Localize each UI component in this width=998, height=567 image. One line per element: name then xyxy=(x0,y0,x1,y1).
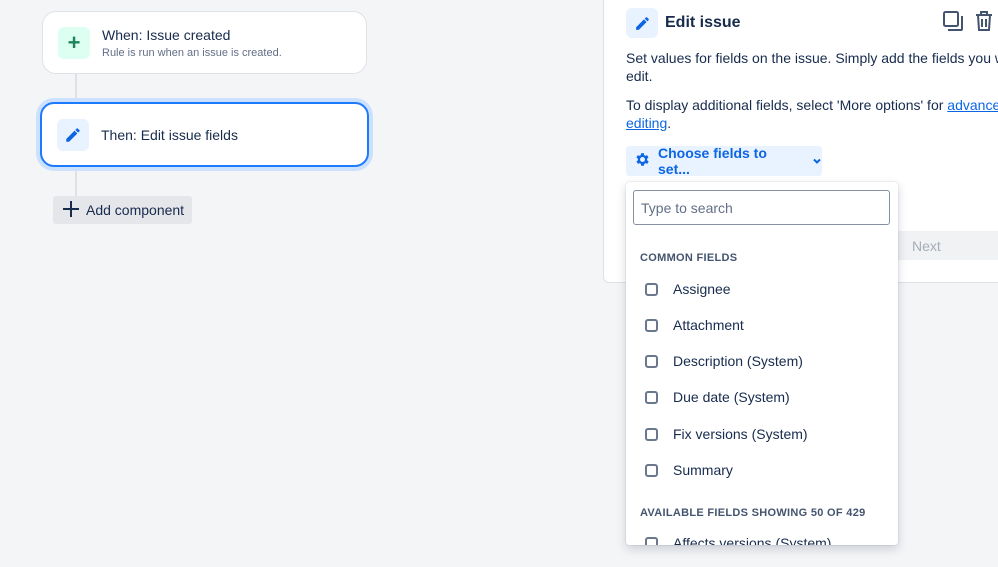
description-line: Set values for fields on the issue. Simp… xyxy=(626,50,998,66)
panel-description-advanced: To display additional fields, select 'Mo… xyxy=(626,96,998,132)
next-button[interactable]: Next xyxy=(895,231,998,260)
search-input[interactable] xyxy=(633,190,890,225)
field-option-fix-versions[interactable]: Fix versions (System) xyxy=(626,419,898,449)
trash-icon[interactable] xyxy=(974,10,994,32)
description-text: To display additional fields, select 'Mo… xyxy=(626,97,948,113)
checkbox[interactable] xyxy=(645,427,658,441)
description-text: . xyxy=(667,115,672,131)
option-label: Fix versions (System) xyxy=(673,426,808,442)
field-option-due-date[interactable]: Due date (System) xyxy=(626,382,898,412)
field-option-description[interactable]: Description (System) xyxy=(626,346,898,376)
next-label: Next xyxy=(912,237,941,254)
field-option-summary[interactable]: Summary xyxy=(626,455,898,485)
flow-connector xyxy=(75,73,77,104)
checkbox[interactable] xyxy=(645,354,658,368)
duplicate-icon[interactable] xyxy=(942,10,964,32)
available-fields-header: AVAILABLE FIELDS SHOWING 50 OF 429 xyxy=(640,507,866,519)
choose-fields-button[interactable]: Choose fields to set... xyxy=(626,145,822,177)
choose-fields-label: Choose fields to set... xyxy=(658,145,767,177)
add-component-button[interactable]: Add component xyxy=(53,196,192,224)
advanced-editing-link[interactable]: advanced f xyxy=(947,97,998,113)
checkbox[interactable] xyxy=(645,463,658,477)
panel-title: Edit issue xyxy=(665,14,741,31)
description-line: edit. xyxy=(626,68,653,84)
option-label: Affects versions (System) xyxy=(673,535,832,545)
field-option-assignee[interactable]: Assignee xyxy=(626,274,898,304)
option-label: Due date (System) xyxy=(673,389,790,405)
trigger-title: When: Issue created xyxy=(102,27,231,43)
field-option-affects-versions[interactable]: Affects versions (System) xyxy=(626,528,898,545)
gear-icon xyxy=(634,151,651,171)
field-option-attachment[interactable]: Attachment xyxy=(626,310,898,340)
trigger-node[interactable]: + When: Issue created Rule is run when a… xyxy=(42,11,367,74)
trigger-subtitle: Rule is run when an issue is created. xyxy=(102,47,282,59)
pencil-icon xyxy=(57,118,89,151)
field-picker-dropdown: COMMON FIELDS Assignee Attachment Descri… xyxy=(626,182,898,545)
common-fields-header: COMMON FIELDS xyxy=(640,252,738,264)
add-component-label: Add component xyxy=(86,202,185,218)
plus-icon: + xyxy=(58,26,90,59)
option-label: Description (System) xyxy=(673,353,803,369)
flow-connector xyxy=(75,167,77,196)
pencil-icon xyxy=(626,8,658,38)
action-title: Then: Edit issue fields xyxy=(101,126,238,143)
option-label: Assignee xyxy=(673,281,731,297)
checkbox[interactable] xyxy=(645,390,658,404)
checkbox[interactable] xyxy=(645,318,658,332)
action-node[interactable]: Then: Edit issue fields xyxy=(40,102,369,167)
checkbox[interactable] xyxy=(645,536,658,545)
panel-description: Set values for fields on the issue. Simp… xyxy=(626,49,998,85)
plus-icon xyxy=(62,200,80,221)
chevron-down-icon xyxy=(812,156,822,166)
option-label: Summary xyxy=(673,462,733,478)
option-label: Attachment xyxy=(673,317,744,333)
advanced-editing-link[interactable]: editing xyxy=(626,115,667,131)
checkbox[interactable] xyxy=(645,282,658,296)
